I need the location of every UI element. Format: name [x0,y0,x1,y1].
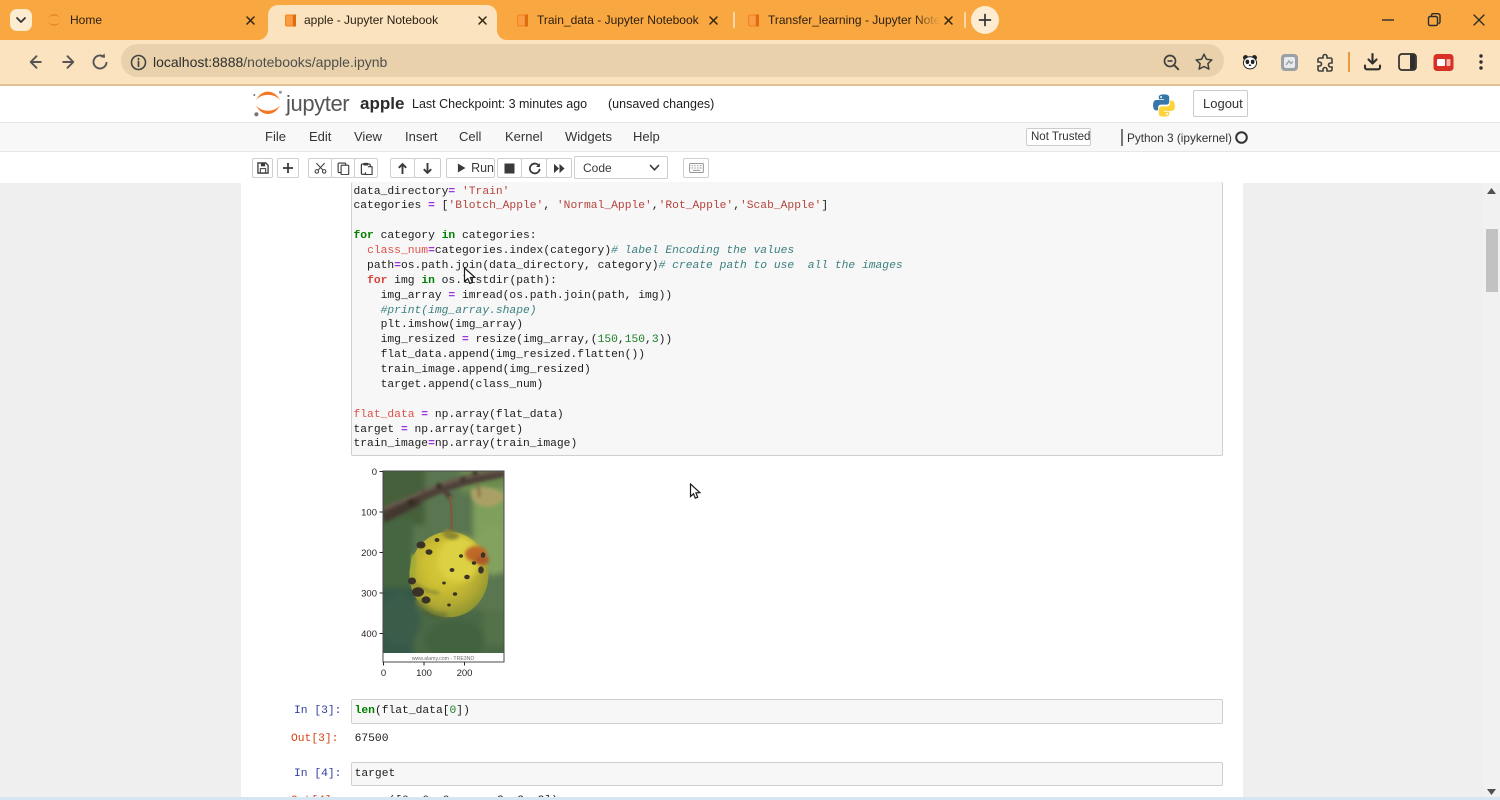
svg-text:0: 0 [372,467,377,478]
svg-text:0: 0 [381,668,386,679]
svg-text:100: 100 [361,508,377,519]
svg-text:400: 400 [361,629,377,640]
svg-text:200: 200 [361,548,377,559]
svg-text:300: 300 [361,589,377,600]
svg-text:100: 100 [416,668,432,679]
svg-text:200: 200 [457,668,473,679]
svg-text:www.alamy.com - TRE3ND: www.alamy.com - TRE3ND [412,656,475,662]
